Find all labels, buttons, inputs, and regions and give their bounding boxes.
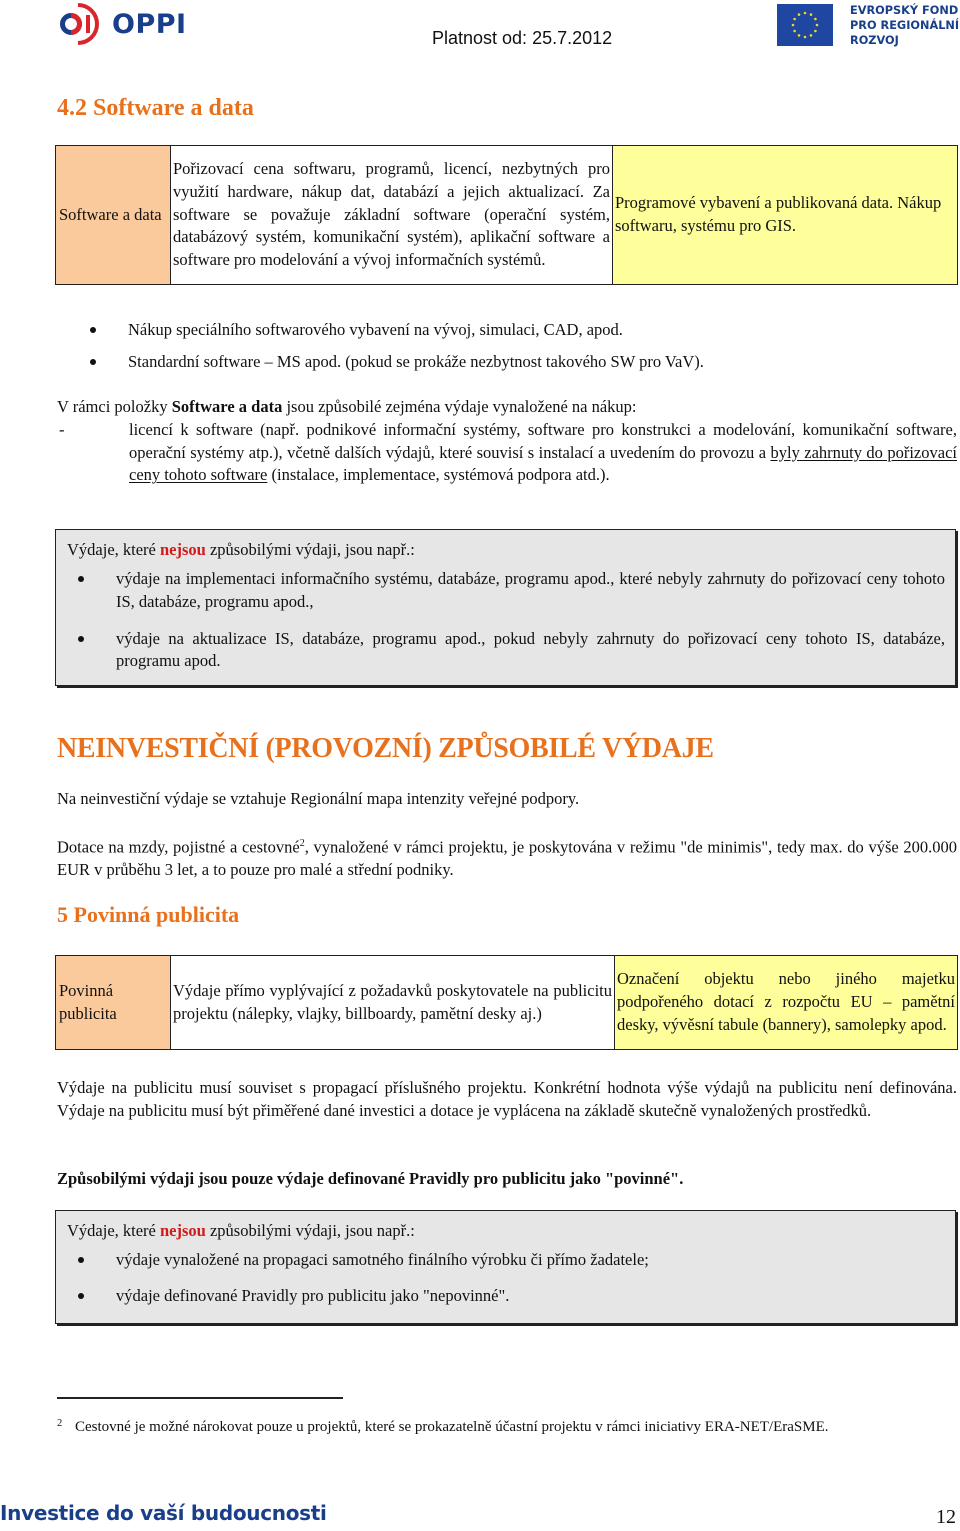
publicity-paragraph: Výdaje na publicitu musí souviset s prop… bbox=[57, 1078, 957, 1120]
ineligible-list: výdaje vynaložené na propagaci samotného… bbox=[56, 1249, 955, 1308]
text: způsobilými výdaji, jsou např.: bbox=[205, 1221, 415, 1240]
page-number: 12 bbox=[936, 1506, 956, 1528]
ineligible-intro: Výdaje, které nejsou způsobilými výdaji,… bbox=[56, 530, 955, 568]
ineligible-list: výdaje na implementaci informačního syst… bbox=[56, 568, 955, 673]
list-item: Standardní software – MS apod. (pokud se… bbox=[90, 351, 930, 374]
validity-date: Platnost od: 25.7.2012 bbox=[432, 28, 613, 48]
text: V rámci položky bbox=[57, 397, 172, 416]
list-item-text: výdaje na aktualizace IS, databáze, prog… bbox=[116, 628, 945, 671]
software-bullet-list: Nákup speciálního softwarového vybavení … bbox=[90, 319, 930, 374]
category-label-cell: Povinná publicita bbox=[55, 955, 171, 1050]
noninvest-paragraph-2: Dotace na mzdy, pojistné a cestovné2, vy… bbox=[57, 833, 957, 882]
bullet-icon bbox=[78, 1292, 84, 1299]
dash-marker: - bbox=[59, 419, 65, 439]
footnote-marker: 2 bbox=[57, 1418, 63, 1429]
bullet-icon bbox=[90, 327, 96, 333]
bullet-icon bbox=[78, 1257, 84, 1263]
text: jsou způsobilé zejména výdaje vynaložené… bbox=[282, 397, 637, 416]
footnote-separator bbox=[57, 1397, 343, 1399]
oppi-logo: OPPI bbox=[56, 2, 187, 46]
category-label-cell: Software a data bbox=[55, 145, 171, 285]
eu-fund-line: ROZVOJ bbox=[850, 34, 899, 47]
list-item-text: výdaje na implementaci informačního syst… bbox=[116, 569, 945, 611]
list-item-text: výdaje vynaložené na propagaci samotného… bbox=[116, 1250, 649, 1269]
text: Výdaje, které bbox=[67, 1221, 160, 1240]
section-heading-software: 4.2 Software a data bbox=[57, 95, 254, 121]
category-examples-cell: Označení objektu nebo jiného majetku pod… bbox=[614, 955, 958, 1050]
section-heading-noninvestment: NEINVESTIČNÍ (PROVOZNÍ) ZPŮSOBILÉ VÝDAJE bbox=[57, 733, 714, 764]
noninvest-paragraph-1: Na neinvestiční výdaje se vztahuje Regio… bbox=[57, 789, 580, 808]
emphasis-nejsou: nejsou bbox=[160, 540, 206, 559]
list-item-text: Standardní software – MS apod. (pokud se… bbox=[128, 351, 704, 371]
bullet-icon bbox=[78, 576, 84, 582]
eu-flag-icon bbox=[777, 4, 833, 46]
text: Dotace na mzdy, pojistné a cestovné bbox=[57, 837, 300, 857]
bullet-icon bbox=[78, 635, 84, 642]
footnote: 2 Cestovné je možné nárokovat pouze u pr… bbox=[57, 1417, 955, 1438]
category-description-cell: Výdaje přímo vyplývající z požadavků pos… bbox=[170, 955, 615, 1050]
list-item: výdaje vynaložené na propagaci samotného… bbox=[78, 1249, 945, 1272]
text: Výdaje, které bbox=[67, 540, 160, 559]
ineligible-publicity-box: Výdaje, které nejsou způsobilými výdaji,… bbox=[55, 1210, 956, 1324]
list-item-text: Nákup speciálního softwarového vybavení … bbox=[128, 320, 623, 339]
eligible-intro: V rámci položky Software a data jsou způ… bbox=[57, 396, 957, 419]
section-heading-publicity: 5 Povinná publicita bbox=[57, 902, 240, 927]
eu-fund-label: EVROPSKÝ FOND PRO REGIONÁLNÍ ROZVOJ bbox=[850, 3, 959, 48]
list-item: výdaje na implementaci informačního syst… bbox=[78, 568, 945, 614]
footer-slogan: Investice do vaší budoucnosti bbox=[0, 1501, 327, 1525]
category-description-cell: Pořizovací cena softwaru, programů, lice… bbox=[170, 145, 613, 285]
software-category-table: Software a data Pořizovací cena softwaru… bbox=[55, 145, 958, 285]
list-item-text: výdaje definované Pravidly pro publicitu… bbox=[116, 1285, 510, 1305]
text: (instalace, implementace, systémová podp… bbox=[267, 465, 610, 485]
footnote-body: 2 Cestovné je možné nárokovat pouze u pr… bbox=[57, 1417, 955, 1438]
eligible-expenses-paragraph: V rámci položky Software a data jsou způ… bbox=[57, 396, 957, 487]
eu-fund-line: EVROPSKÝ FOND bbox=[850, 4, 959, 17]
publicity-bold-statement: Způsobilými výdaji jsou pouze výdaje def… bbox=[57, 1169, 684, 1188]
oppi-logo-text: OPPI bbox=[112, 8, 187, 40]
oppi-mark-icon bbox=[60, 3, 99, 45]
category-examples-cell: Programové vybavení a publikovaná data. … bbox=[612, 145, 958, 285]
list-item: Nákup speciálního softwarového vybavení … bbox=[90, 319, 930, 342]
publicity-category-table: Povinná publicita Výdaje přímo vyplývají… bbox=[55, 955, 958, 1050]
bold-term: Software a data bbox=[171, 397, 283, 416]
ineligible-intro: Výdaje, které nejsou způsobilými výdaji,… bbox=[56, 1211, 955, 1249]
dash-list-item: - licencí k software (např. podnikové in… bbox=[57, 419, 957, 487]
ineligible-software-box: Výdaje, které nejsou způsobilými výdaji,… bbox=[55, 529, 956, 686]
eu-fund-line: PRO REGIONÁLNÍ bbox=[850, 19, 960, 32]
emphasis-nejsou: nejsou bbox=[160, 1221, 206, 1240]
footnote-text: Cestovné je možné nárokovat pouze u proj… bbox=[75, 1419, 829, 1435]
bullet-icon bbox=[90, 358, 96, 365]
list-item: výdaje definované Pravidly pro publicitu… bbox=[78, 1285, 945, 1308]
list-item: výdaje na aktualizace IS, databáze, prog… bbox=[78, 628, 945, 674]
text: způsobilými výdaji, jsou např.: bbox=[205, 540, 415, 559]
